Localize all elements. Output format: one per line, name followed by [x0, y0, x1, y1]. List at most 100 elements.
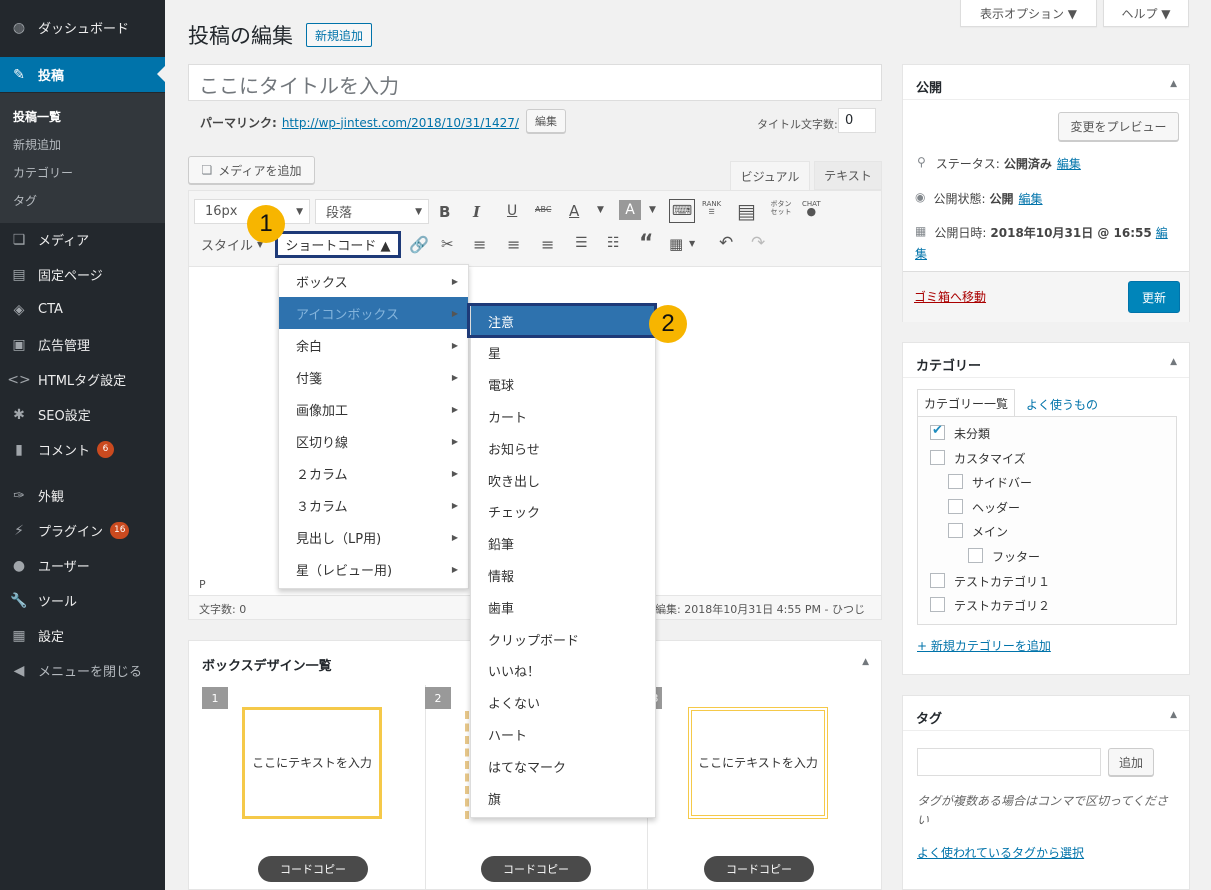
bold-icon[interactable]: B: [439, 203, 450, 221]
shortcode-menu-item[interactable]: 見出し（LP用) ▶: [279, 521, 468, 553]
iconbox-menu-item[interactable]: お知らせ: [471, 432, 655, 464]
collapse-arrow-icon[interactable]: ▲: [1170, 79, 1177, 89]
bg-color-icon[interactable]: A: [619, 200, 641, 220]
shortcode-menu-item[interactable]: ３カラム ▶: [279, 489, 468, 521]
iconbox-menu-item[interactable]: 情報: [471, 559, 655, 591]
add-tag-button[interactable]: 追加: [1108, 748, 1154, 776]
align-left-icon[interactable]: ≡: [473, 235, 486, 254]
bullet-list-icon[interactable]: ☰: [575, 235, 588, 251]
shortcode-menu-item[interactable]: 画像加工 ▶: [279, 393, 468, 425]
submenu-all-posts[interactable]: 投稿一覧: [13, 108, 61, 125]
category-checkbox[interactable]: [948, 474, 963, 490]
iconbox-menu-item[interactable]: 鉛筆: [471, 528, 655, 560]
iconbox-menu-item[interactable]: 星: [471, 337, 655, 369]
sidebar-item-code[interactable]: <> HTMLタグ設定: [0, 362, 165, 397]
sidebar-item-post[interactable]: ✎ 投稿: [0, 57, 165, 92]
post-title-input[interactable]: ここにタイトルを入力: [188, 64, 882, 101]
align-center-icon[interactable]: ≡: [507, 235, 520, 254]
popular-tags-link[interactable]: よく使われているタグから選択: [917, 844, 1084, 861]
iconbox-menu-item[interactable]: 電球: [471, 369, 655, 401]
submenu-tags[interactable]: タグ: [13, 192, 37, 209]
tab-visual[interactable]: ビジュアル: [730, 161, 810, 191]
add-new-button[interactable]: 新規追加: [306, 23, 373, 47]
format-select[interactable]: 段落: [315, 199, 429, 224]
category-checkbox[interactable]: [930, 572, 945, 588]
shortcode-menu-item[interactable]: 余白 ▶: [279, 329, 468, 361]
collapse-arrow-icon[interactable]: ▲: [1170, 710, 1177, 720]
sidebar-item-gear[interactable]: ✱ SEO設定: [0, 397, 165, 432]
italic-icon[interactable]: I: [473, 203, 480, 221]
category-checkbox[interactable]: [930, 449, 945, 465]
table-list-icon[interactable]: ▤: [737, 199, 756, 223]
sidebar-item-brush[interactable]: ✑ 外観: [0, 478, 165, 513]
underline-icon[interactable]: U: [507, 203, 517, 219]
iconbox-menu-item[interactable]: よくない: [471, 687, 655, 719]
tab-popular-categories[interactable]: よく使うもの: [1026, 396, 1098, 413]
add-media-button[interactable]: ❏ メディアを追加: [188, 156, 315, 184]
visibility-edit-link[interactable]: 編集: [1019, 190, 1043, 207]
iconbox-menu-item[interactable]: クリップボード: [471, 623, 655, 655]
sidebar-item-media[interactable]: ❏ メディア: [0, 222, 165, 257]
table-icon[interactable]: ▦: [669, 235, 683, 253]
table-arrow-icon[interactable]: ▼: [689, 239, 695, 248]
collapse-arrow-icon[interactable]: ▲: [862, 657, 869, 667]
rank-icon[interactable]: RANK ☰: [702, 200, 721, 216]
submenu-categories[interactable]: カテゴリー: [13, 164, 73, 181]
quote-icon[interactable]: “: [639, 231, 653, 256]
sidebar-item-ad[interactable]: ▣ 広告管理: [0, 327, 165, 362]
tab-all-categories[interactable]: カテゴリー一覧: [917, 389, 1015, 417]
tag-input[interactable]: [917, 748, 1101, 776]
iconbox-menu-item[interactable]: 吹き出し: [471, 464, 655, 496]
bg-color-arrow-icon[interactable]: ▼: [649, 205, 656, 215]
shortcode-menu-item[interactable]: 付箋 ▶: [279, 361, 468, 393]
shortcode-menu-item[interactable]: 星（レビュー用) ▶: [279, 553, 468, 585]
text-color-icon[interactable]: A: [569, 202, 579, 220]
chat-icon[interactable]: CHAT ●: [802, 200, 821, 217]
keyboard-icon[interactable]: ⌨: [669, 199, 695, 223]
iconbox-menu-item[interactable]: 歯車: [471, 591, 655, 623]
align-right-icon[interactable]: ≡: [541, 235, 554, 254]
status-edit-link[interactable]: 編集: [1057, 155, 1081, 172]
sidebar-item-tag[interactable]: ◈ CTA: [0, 292, 165, 327]
text-color-arrow-icon[interactable]: ▼: [597, 205, 604, 215]
preview-button[interactable]: 変更をプレビュー: [1058, 112, 1179, 141]
category-checkbox[interactable]: [930, 597, 945, 613]
sidebar-item-user[interactable]: ● ユーザー: [0, 548, 165, 583]
shortcode-menu-item[interactable]: ２カラム ▶: [279, 457, 468, 489]
copy-code-button[interactable]: コードコピー: [481, 856, 591, 882]
undo-icon[interactable]: ↶: [719, 233, 733, 253]
trash-link[interactable]: ゴミ箱へ移動: [914, 288, 986, 305]
unlink-icon[interactable]: ✂: [441, 235, 454, 253]
category-checkbox[interactable]: ✔: [930, 423, 945, 440]
copy-code-button[interactable]: コードコピー: [704, 856, 814, 882]
shortcode-menu-item[interactable]: 区切り線 ▶: [279, 425, 468, 457]
sidebar-item-collapse[interactable]: ◀ メニューを閉じる: [0, 653, 165, 688]
link-icon[interactable]: 🔗: [409, 235, 429, 254]
numbered-list-icon[interactable]: ☷: [607, 235, 620, 251]
submenu-add-new[interactable]: 新規追加: [13, 136, 61, 153]
collapse-arrow-icon[interactable]: ▲: [1170, 357, 1177, 367]
permalink-edit-button[interactable]: 編集: [526, 109, 566, 133]
category-checkbox[interactable]: [948, 523, 963, 539]
iconbox-menu-item[interactable]: はてなマーク: [471, 750, 655, 782]
iconbox-menu-item[interactable]: カート: [471, 400, 655, 432]
category-checkbox[interactable]: [948, 498, 963, 514]
shortcode-dropdown[interactable]: ショートコード ▲: [275, 231, 401, 258]
iconbox-menu-item[interactable]: チェック: [471, 496, 655, 528]
help-button[interactable]: ヘルプ ▼: [1103, 0, 1189, 27]
iconbox-menu-item[interactable]: いいね！: [471, 655, 655, 687]
shortcode-menu-item[interactable]: アイコンボックス ▶: [279, 297, 468, 329]
sidebar-item-comment[interactable]: ▮ コメント 6: [0, 432, 165, 467]
sidebar-item-wrench[interactable]: 🔧 ツール: [0, 583, 165, 618]
date-edit-link-wrap[interactable]: 集: [915, 245, 927, 262]
button-set-icon[interactable]: ボタン セット: [769, 200, 793, 216]
date-edit-link[interactable]: 編: [1156, 224, 1168, 241]
sidebar-item-plugin[interactable]: ⚡ プラグイン 16: [0, 513, 165, 548]
sidebar-item-settings[interactable]: ▦ 設定: [0, 618, 165, 653]
sidebar-item-page[interactable]: ▤ 固定ページ: [0, 257, 165, 292]
permalink-link[interactable]: http://wp-jintest.com/2018/10/31/1427/: [282, 116, 519, 130]
strikethrough-icon[interactable]: ABC: [535, 205, 551, 214]
add-category-link[interactable]: + 新規カテゴリーを追加: [917, 637, 1051, 654]
update-button[interactable]: 更新: [1128, 281, 1180, 313]
screen-options-button[interactable]: 表示オプション ▼: [960, 0, 1097, 27]
